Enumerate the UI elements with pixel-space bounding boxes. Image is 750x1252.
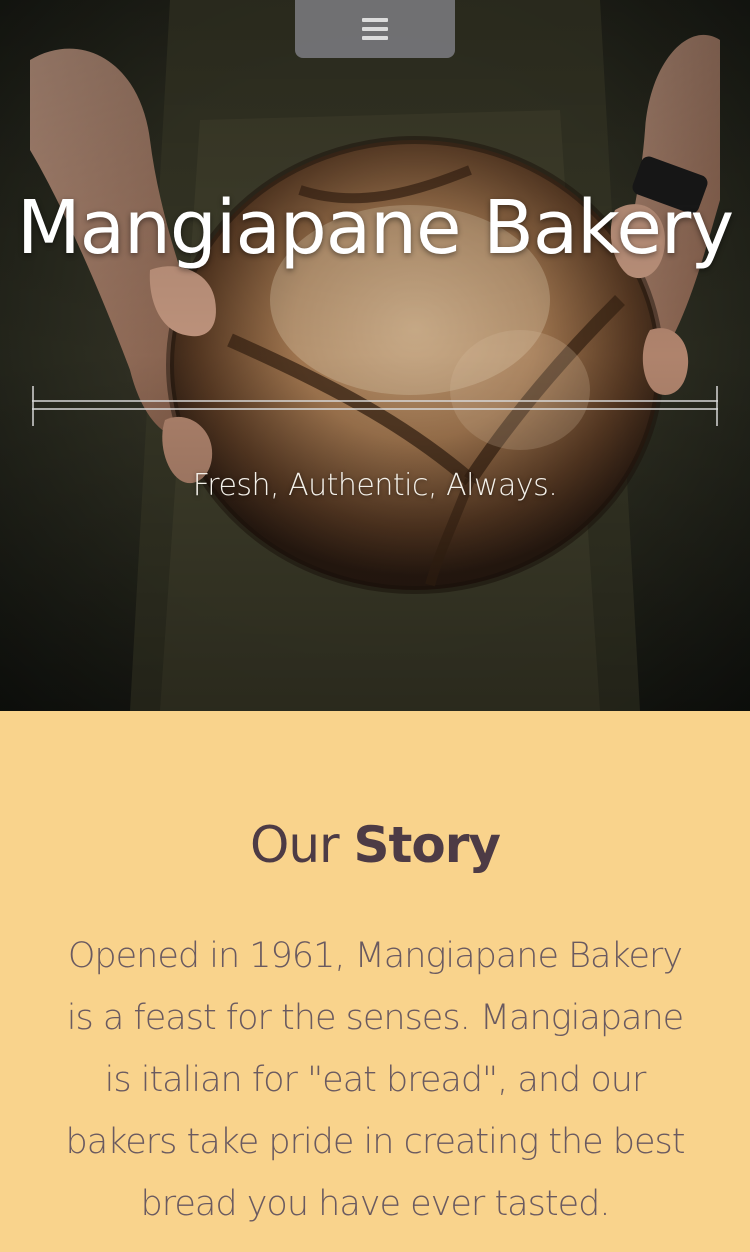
heading-strong: Story (353, 816, 502, 874)
hero-divider (32, 386, 718, 426)
nav-menu-toggle-button[interactable] (295, 0, 455, 58)
page: Mangiapane Bakery Fresh, Authentic, Alwa… (0, 0, 750, 1252)
section-heading: Our Story (0, 815, 750, 875)
hamburger-menu-icon (362, 18, 388, 40)
hero-tagline: Fresh, Authentic, Always. (192, 468, 558, 503)
hero-bread-photo (0, 0, 750, 711)
story-paragraph: Opened in 1961, Mangiapane Bakery is a f… (65, 936, 686, 1224)
heading-light: Our (249, 816, 340, 874)
site-title: Mangiapane Bakery (16, 185, 734, 271)
hero-section: Mangiapane Bakery Fresh, Authentic, Alwa… (0, 0, 750, 711)
our-story-section: Our Story Opened in 1961, Mangiapane Bak… (0, 711, 750, 1252)
